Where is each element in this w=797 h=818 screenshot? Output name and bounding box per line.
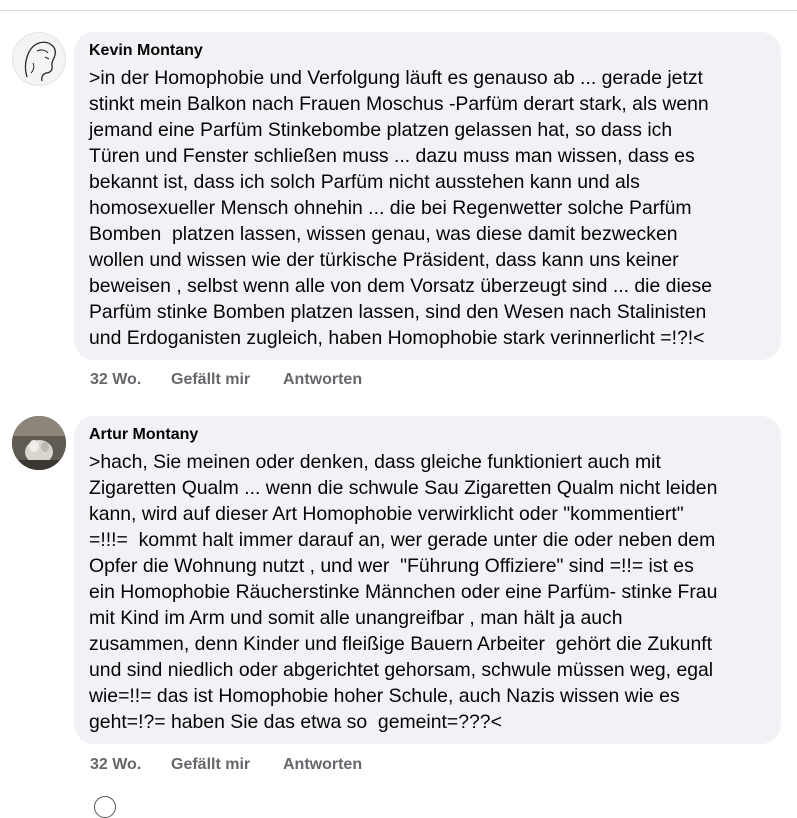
comment-bubble: Artur Montany >hach, Sie meinen oder den… <box>74 416 781 744</box>
next-avatar-icon[interactable] <box>94 796 116 818</box>
profile-photo-icon <box>12 416 66 470</box>
like-button[interactable]: Gefällt mir <box>171 755 250 775</box>
comment-timestamp[interactable]: 32 Wo. <box>90 370 141 390</box>
comment-bubble: Kevin Montany >in der Homophobie und Ver… <box>74 32 781 360</box>
sketch-face-icon <box>24 41 56 82</box>
reply-button[interactable]: Antworten <box>283 755 362 775</box>
avatar[interactable] <box>12 32 66 86</box>
comment-text: >hach, Sie meinen oder denken, dass glei… <box>89 451 718 733</box>
comment-timestamp[interactable]: 32 Wo. <box>90 755 141 775</box>
top-divider <box>0 10 797 11</box>
comment-author[interactable]: Kevin Montany <box>89 41 769 61</box>
like-button[interactable]: Gefällt mir <box>171 370 250 390</box>
comment-text: >in der Homophobie und Verfolgung läuft … <box>89 67 713 349</box>
comment-author[interactable]: Artur Montany <box>89 425 769 445</box>
avatar[interactable] <box>12 416 66 470</box>
reply-button[interactable]: Antworten <box>283 370 362 390</box>
